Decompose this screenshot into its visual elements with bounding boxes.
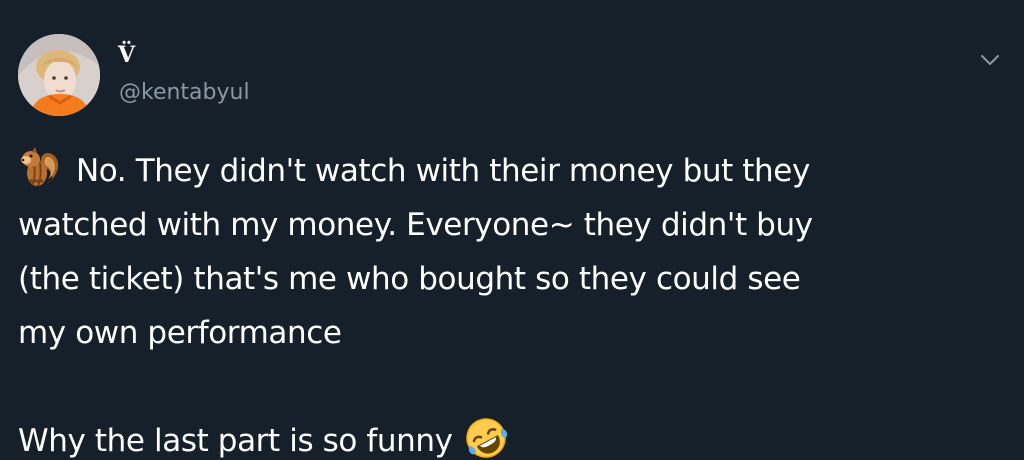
avatar[interactable]: [18, 34, 100, 116]
tweet-text-line-3: (the ticket) that's me who bought so the…: [18, 261, 801, 297]
chevron-down-icon[interactable]: [976, 46, 1004, 74]
profile-photo-icon: [18, 34, 100, 116]
tweet-text-line-1: No. They didn't watch with their money b…: [18, 144, 1008, 198]
chipmunk-emoji-icon: [18, 145, 64, 191]
tweet-text-final-line: Why the last part is so funny: [18, 414, 1008, 460]
tweet-text-line-2: watched with my money. Everyone~ they di…: [18, 207, 813, 243]
user-handle[interactable]: @kentabyul: [119, 80, 250, 106]
rolling-on-the-floor-laughing-emoji-icon: [463, 415, 509, 460]
tweet-text-line-4: my own performance: [18, 315, 342, 351]
tweet-body: No. They didn't watch with their money b…: [18, 144, 1008, 460]
tweet-card: V̈ @kentabyul No. They didn't watch with…: [0, 0, 1024, 460]
display-name[interactable]: V̈: [118, 42, 135, 68]
